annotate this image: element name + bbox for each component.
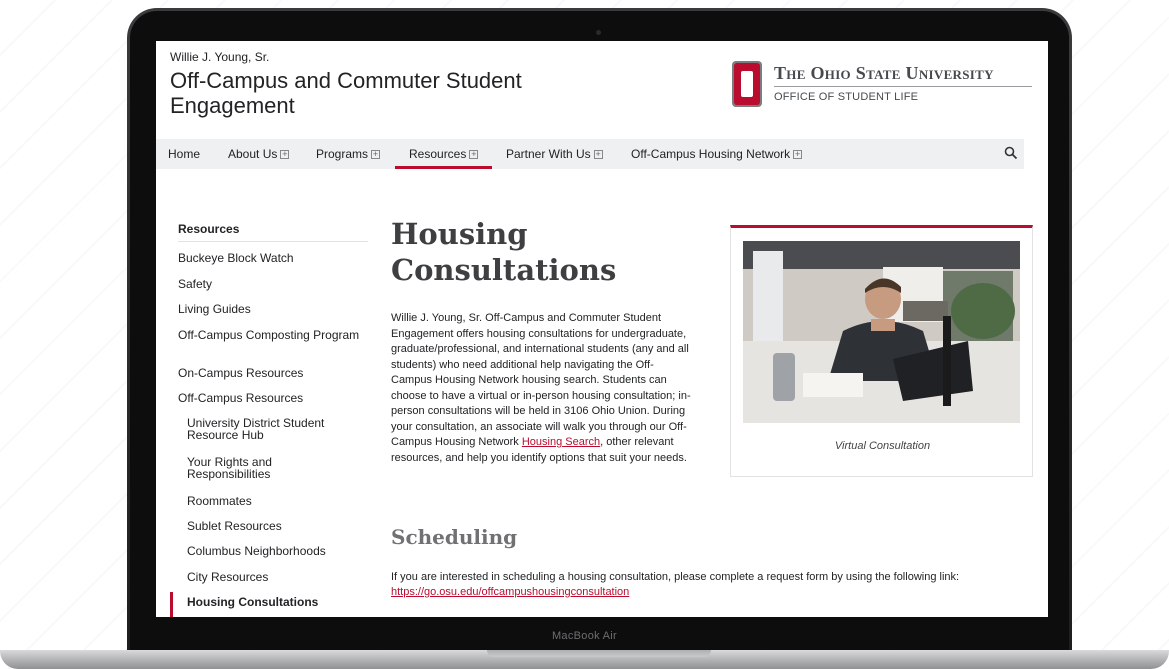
sidebar-item-columbus-neighborhoods[interactable]: Columbus Neighborhoods bbox=[187, 545, 377, 557]
figure-caption: Virtual Consultation bbox=[834, 440, 931, 452]
sidebar-item-on-campus-resources[interactable]: On-Campus Resources bbox=[178, 367, 368, 379]
sidebar-item-off-campus-resources[interactable]: Off-Campus Resources bbox=[178, 392, 368, 404]
sidebar-item-housing-consultations[interactable]: Housing Consultations bbox=[187, 596, 377, 608]
consultation-photo bbox=[743, 241, 1020, 423]
site-header: Willie J. Young, Sr. Off-Campus and Comm… bbox=[156, 41, 1048, 139]
consultation-request-link[interactable]: https://go.osu.edu/offcampushousingconsu… bbox=[391, 586, 629, 598]
expand-icon: + bbox=[371, 149, 381, 159]
laptop-base-notch bbox=[487, 650, 711, 657]
browser-screen: Willie J. Young, Sr. Off-Campus and Comm… bbox=[156, 41, 1048, 617]
housing-search-link[interactable]: Housing Search bbox=[522, 436, 600, 448]
expand-icon: + bbox=[469, 149, 479, 159]
page-title: Housing Consultations bbox=[391, 217, 617, 287]
sidebar-item-safety[interactable]: Safety bbox=[178, 278, 368, 290]
sidebar-item-roommates[interactable]: Roommates bbox=[187, 495, 377, 507]
scheduling-text: If you are interested in scheduling a ho… bbox=[391, 571, 960, 583]
sidebar-item-composting-program[interactable]: Off-Campus Composting Program bbox=[178, 329, 368, 341]
nav-item-off-campus-housing-network[interactable]: Off-Campus Housing Network + bbox=[631, 147, 803, 161]
consultation-figure: Virtual Consultation bbox=[730, 225, 1033, 477]
header-divider bbox=[774, 86, 1032, 87]
nav-item-partner-with-us[interactable]: Partner With Us + bbox=[506, 147, 603, 161]
search-icon[interactable] bbox=[1004, 146, 1018, 160]
ohio-state-block-o-logo[interactable] bbox=[732, 61, 762, 107]
device-label: MacBook Air bbox=[551, 630, 618, 642]
department-subtitle: Willie J. Young, Sr. bbox=[170, 50, 270, 64]
intro-text: Willie J. Young, Sr. Off-Campus and Comm… bbox=[391, 312, 691, 448]
scheduling-heading: Scheduling bbox=[391, 525, 518, 549]
university-name[interactable]: The Ohio State University bbox=[774, 63, 994, 84]
nav-active-indicator bbox=[395, 166, 492, 169]
nav-item-programs[interactable]: Programs + bbox=[316, 147, 381, 161]
department-title[interactable]: Off-Campus and Commuter Student Engageme… bbox=[170, 68, 530, 118]
expand-icon: + bbox=[280, 149, 290, 159]
sidebar-item-rights-responsibilities[interactable]: Your Rights and Responsibilities bbox=[187, 456, 337, 480]
sidebar-title: Resources bbox=[178, 222, 240, 236]
sidebar-item-resource-hub[interactable]: University District Student Resource Hub bbox=[187, 417, 357, 441]
expand-icon: + bbox=[593, 149, 603, 159]
expand-icon: + bbox=[793, 149, 803, 159]
main-nav: Home About Us + Programs + Resources + Part… bbox=[156, 139, 1024, 169]
sidebar-item-city-resources[interactable]: City Resources bbox=[187, 571, 377, 583]
sidebar-item-sublet-resources[interactable]: Sublet Resources bbox=[187, 520, 377, 532]
sidebar-item-buckeye-block-watch[interactable]: Buckeye Block Watch bbox=[178, 252, 368, 264]
nav-item-resources[interactable]: Resources + bbox=[409, 147, 479, 161]
sidebar-divider bbox=[178, 241, 368, 242]
camera-icon bbox=[596, 30, 601, 35]
sidebar-item-living-guides[interactable]: Living Guides bbox=[178, 303, 368, 315]
sidebar-active-indicator bbox=[170, 592, 173, 617]
nav-item-home[interactable]: Home bbox=[168, 147, 200, 161]
office-name[interactable]: OFFICE OF STUDENT LIFE bbox=[774, 91, 918, 103]
nav-item-about-us[interactable]: About Us + bbox=[228, 147, 290, 161]
intro-paragraph: Willie J. Young, Sr. Off-Campus and Comm… bbox=[391, 311, 691, 466]
